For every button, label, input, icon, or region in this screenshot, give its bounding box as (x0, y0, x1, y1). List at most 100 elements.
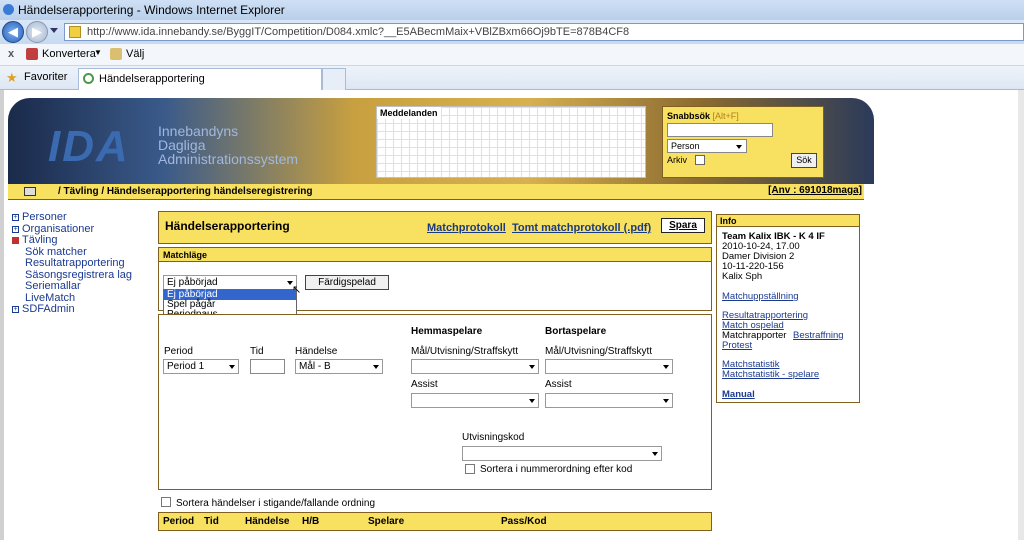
convert-icon (26, 48, 38, 60)
info-header: Info (717, 215, 859, 227)
logo-line1: Innebandyns (158, 123, 239, 139)
col-event: Händelse (245, 516, 290, 527)
info-panel: Info Team Kalix IBK - K 4 IF 2010-10-24,… (716, 214, 860, 403)
history-dropdown-icon[interactable] (50, 28, 58, 33)
time-label: Tid (250, 346, 264, 357)
user-link[interactable]: [Anv : 691018maga] (768, 185, 862, 196)
vertical-scrollbar[interactable] (1018, 90, 1024, 540)
quicksearch-type-select[interactable]: Person (667, 139, 747, 153)
col-home-away: H/B (302, 516, 320, 527)
save-button[interactable]: Spara (661, 218, 705, 233)
sidebar-item-label: Sök matcher (25, 245, 87, 258)
sidebar-item-label: SDFAdmin (22, 303, 75, 315)
sidebar-nav: + Personer + Organisationer Tävling Sök match… (10, 212, 155, 316)
forward-arrow-icon[interactable]: ▶ (26, 21, 48, 43)
col-period: Period (163, 516, 195, 527)
sort-by-number-label: Sortera i nummerordning efter kod (480, 464, 633, 475)
favorites-button[interactable]: Favoriter (24, 71, 67, 83)
breadcrumb: / Tävling / Händelserapportering händels… (58, 186, 313, 197)
close-toolbar-icon[interactable]: x (8, 48, 14, 60)
expand-icon[interactable]: + (12, 225, 19, 233)
away-assist-select[interactable] (545, 393, 673, 408)
sort-events-checkbox[interactable] (161, 497, 171, 507)
url-field[interactable]: http://www.ida.innebandy.se/ByggIT/Compe… (64, 23, 1024, 41)
site-favicon-icon (69, 26, 81, 38)
quicksearch-title: Snabbsök (667, 111, 711, 121)
convert-button[interactable]: Konvertera (42, 48, 96, 60)
chevron-down-icon (652, 452, 658, 456)
expand-icon[interactable]: + (12, 214, 19, 221)
window-titlebar: Händelserapportering - Windows Internet … (0, 0, 1024, 20)
quicksearch-type-value: Person (671, 141, 700, 151)
print-icon[interactable] (24, 187, 36, 196)
penalty-code-label: Utvisningskod (462, 432, 525, 443)
away-goal-select[interactable] (545, 359, 673, 374)
event-value: Mål - B (299, 361, 331, 372)
back-arrow-icon[interactable]: ◀ (2, 21, 24, 43)
penalty-link[interactable]: Bestraffning (793, 330, 844, 341)
search-button[interactable]: Sök (791, 153, 817, 168)
messages-box: Meddelanden (376, 106, 646, 178)
convert-dropdown-icon[interactable]: ▼ (94, 48, 102, 57)
matchstate-select[interactable]: Ej påbörjad (163, 275, 297, 290)
manual-link[interactable]: Manual (722, 389, 755, 400)
lineup-link[interactable]: Matchuppställning (722, 291, 799, 302)
quicksearch-box: Snabbsök [Alt+F] Person Arkiv Sök (662, 106, 824, 178)
sort-events-label: Sortera händelser i stigande/fallande or… (176, 498, 376, 509)
sidebar-item-label: Organisationer (22, 222, 95, 235)
sidebar-item-label: Seriemallar (25, 280, 81, 292)
chevron-down-icon (663, 365, 669, 369)
messages-label: Meddelanden (377, 107, 441, 119)
home-player-heading: Hemmaspelare (411, 326, 483, 337)
player-stats-link[interactable]: Matchstatistik - spelare (722, 369, 819, 380)
event-select[interactable]: Mål - B (295, 359, 383, 374)
period-select[interactable]: Period 1 (163, 359, 239, 374)
archive-checkbox[interactable] (695, 155, 705, 165)
select-icon (110, 48, 122, 60)
sidebar-item-label: Tävling (22, 234, 58, 246)
finished-button[interactable]: Färdigspelad (305, 275, 389, 290)
browser-tab[interactable]: Händelserapportering (78, 68, 322, 90)
away-assist-label: Assist (545, 379, 572, 390)
chevron-down-icon (229, 365, 235, 369)
sidebar-item-label: Resultatrapportering (25, 257, 125, 269)
select-button[interactable]: Välj (126, 48, 144, 60)
command-bar: x Konvertera ▼ Välj (0, 44, 1024, 66)
breadcrumb-bar: / Tävling / Händelserapportering händels… (8, 184, 864, 200)
home-goal-label: Mål/Utvisning/Straffskytt (411, 346, 519, 357)
matchstate-value: Ej påbörjad (167, 277, 218, 288)
time-input[interactable] (250, 359, 285, 374)
quicksearch-label: Snabbsök [Alt+F] (667, 111, 739, 121)
col-time: Tid (204, 516, 219, 527)
sort-by-number-checkbox[interactable] (465, 464, 475, 474)
match-protocol-link[interactable]: Matchprotokoll (427, 222, 506, 234)
info-venue: Kalix Sph (722, 271, 763, 282)
new-tab-button[interactable] (322, 68, 346, 90)
sidebar-item[interactable]: + SDFAdmin (10, 304, 155, 316)
protest-link[interactable]: Protest (722, 340, 752, 351)
chevron-down-icon (529, 365, 535, 369)
favorites-bar: ★ Favoriter Händelserapportering (0, 66, 1024, 90)
col-pass-code: Pass/Kod (501, 516, 547, 527)
sidebar-item-label: LiveMatch (25, 291, 76, 304)
ie-icon (3, 4, 14, 15)
sidebar-item-label: Säsongsregistrera lag (25, 268, 133, 281)
events-header-panel: Händelserapportering Matchprotokoll Tomt… (158, 211, 712, 244)
url-text: http://www.ida.innebandy.se/ByggIT/Compe… (87, 26, 630, 38)
period-value: Period 1 (167, 361, 205, 372)
logo-line2: Dagliga (158, 137, 206, 153)
penalty-code-select[interactable] (462, 446, 662, 461)
home-goal-select[interactable] (411, 359, 539, 374)
home-assist-select[interactable] (411, 393, 539, 408)
quicksearch-input[interactable] (667, 123, 773, 137)
chevron-down-icon (373, 365, 379, 369)
away-goal-label: Mål/Utvisning/Straffskytt (545, 346, 653, 357)
expand-icon[interactable]: + (12, 306, 19, 313)
loading-icon (83, 73, 94, 84)
empty-protocol-link[interactable]: Tomt matchprotokoll (.pdf) (512, 222, 651, 234)
collapse-icon[interactable] (12, 237, 19, 244)
quicksearch-hint: [Alt+F] (712, 111, 739, 121)
window-title: Händelserapportering - Windows Internet … (18, 3, 285, 17)
archive-label: Arkiv (667, 155, 687, 165)
sidebar-item-label: Personer (22, 211, 67, 223)
